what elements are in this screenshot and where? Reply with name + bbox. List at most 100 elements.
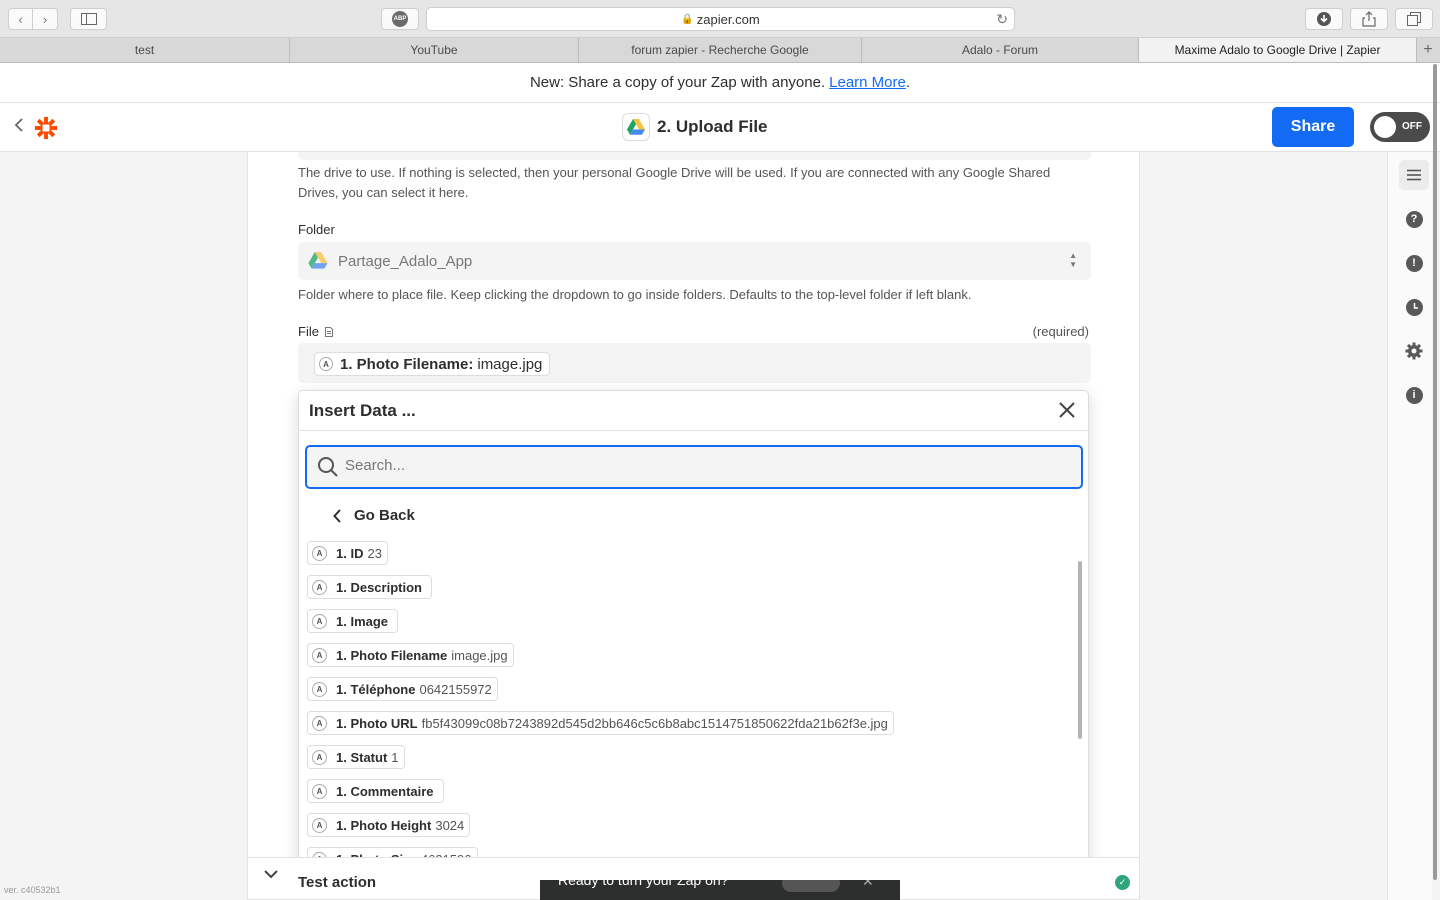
item-value: 1: [391, 749, 399, 765]
adalo-app-icon: A: [312, 545, 327, 561]
adalo-app-icon: A: [312, 715, 327, 731]
item-value: 0642155972: [419, 681, 492, 697]
new-tab-button[interactable]: +: [1417, 38, 1439, 62]
adalo-app-icon: A: [312, 681, 327, 697]
dropdown-header: Insert Data ...: [299, 391, 1088, 431]
list-item[interactable]: A 1. Commentaire: [307, 779, 444, 803]
share-button[interactable]: Share: [1272, 107, 1354, 147]
item-label: 1. Description: [336, 579, 422, 595]
history-button[interactable]: [1399, 292, 1429, 322]
chevron-left-icon: [333, 508, 341, 523]
settings-button[interactable]: [1399, 336, 1429, 366]
step-title: 2. Upload File: [622, 113, 768, 141]
chevron-left-icon: [14, 118, 23, 132]
browser-tab[interactable]: Adalo - Forum: [862, 38, 1139, 62]
browser-tab[interactable]: forum zapier - Recherche Google: [579, 38, 862, 62]
gear-icon: [1405, 342, 1423, 360]
item-label: 1. Téléphone: [336, 681, 416, 697]
right-sidebar: ? ! i: [1387, 152, 1432, 900]
adalo-app-icon: A: [312, 783, 327, 799]
drive-select-field[interactable]: [298, 152, 1091, 160]
pill-label: 1. Photo Filename:: [340, 355, 474, 373]
adalo-app-icon: A: [319, 357, 333, 371]
folder-value: Partage_Adalo_App: [338, 253, 473, 270]
list-item[interactable]: A 1. Image: [307, 609, 399, 633]
folder-help-text: Folder where to place file. Keep clickin…: [298, 287, 972, 302]
learn-more-link[interactable]: Learn More: [829, 74, 906, 91]
select-arrows-icon: ▲ ▼: [1069, 251, 1077, 269]
item-value: image.jpg: [451, 647, 508, 663]
file-input[interactable]: A 1. Photo Filename: image.jpg: [298, 343, 1091, 383]
reload-icon[interactable]: ↻: [996, 11, 1008, 28]
share-icon: [1362, 11, 1376, 27]
toast-toggle[interactable]: [782, 880, 840, 892]
editor-back-button[interactable]: [14, 117, 28, 137]
file-label-row: File: [298, 324, 333, 339]
adblock-icon: ABP: [392, 11, 408, 27]
item-label: 1. Commentaire: [336, 783, 434, 799]
search-input[interactable]: [345, 457, 1045, 474]
go-back-button[interactable]: Go Back: [333, 507, 415, 524]
info-button[interactable]: i: [1399, 380, 1429, 410]
list-icon: [1407, 169, 1421, 181]
chevron-left-icon: ‹: [18, 11, 23, 27]
chevron-down-icon: [264, 870, 278, 879]
forward-button[interactable]: ›: [33, 8, 58, 30]
go-back-label: Go Back: [354, 507, 415, 524]
item-label: 1. ID: [336, 545, 364, 561]
mapped-field-pill[interactable]: A 1. Photo Filename: image.jpg: [314, 352, 551, 376]
share-sheet-button[interactable]: [1350, 8, 1388, 30]
version-label: ver. c40532b1: [4, 885, 61, 895]
folder-select[interactable]: Partage_Adalo_App ▲ ▼: [298, 242, 1091, 280]
help-button[interactable]: ?: [1399, 204, 1429, 234]
google-drive-icon: [308, 252, 328, 274]
list-item[interactable]: A 1. ID 23: [307, 541, 388, 565]
downloads-button[interactable]: [1305, 8, 1343, 30]
toggle-knob: [1374, 116, 1396, 138]
close-button[interactable]: [1056, 399, 1078, 421]
folder-label: Folder: [298, 222, 335, 237]
list-item[interactable]: A 1. Statut 1: [307, 745, 405, 769]
sidebar-toggle-button[interactable]: [70, 8, 107, 30]
zapier-asterisk-icon: [35, 117, 57, 139]
file-type-icon: [324, 326, 333, 337]
tab-overview-button[interactable]: [1395, 8, 1433, 30]
dropdown-title: Insert Data ...: [309, 401, 416, 420]
insert-data-dropdown: Insert Data ... Go Back A 1. ID23 A 1. Des…: [298, 390, 1089, 880]
close-icon[interactable]: ✕: [862, 880, 874, 890]
browser-tab[interactable]: YouTube: [290, 38, 579, 62]
tabs-icon: [1407, 12, 1421, 26]
list-item[interactable]: A 1. Photo URL fb5f43099c08b7243892d545d2b…: [307, 711, 894, 735]
file-label: File: [298, 324, 319, 339]
page-scrollbar[interactable]: [1433, 64, 1437, 880]
browser-tab[interactable]: test: [0, 38, 290, 62]
address-bar[interactable]: 🔒 zapier.com ↻: [426, 7, 1015, 31]
browser-tab-active[interactable]: Maxime Adalo to Google Drive | Zapier: [1139, 38, 1417, 62]
announcement-banner: New: Share a copy of your Zap with anyon…: [0, 63, 1440, 103]
item-label: 1. Image: [336, 613, 389, 629]
adalo-app-icon: A: [312, 647, 327, 663]
adblock-button[interactable]: ABP: [381, 8, 419, 30]
zapier-logo[interactable]: [33, 115, 59, 141]
lock-icon: 🔒: [681, 13, 694, 25]
outline-button[interactable]: [1399, 160, 1429, 190]
close-icon: [1059, 402, 1075, 418]
zap-on-off-toggle[interactable]: OFF: [1370, 112, 1430, 142]
alert-icon: !: [1405, 254, 1423, 272]
list-item[interactable]: A 1. Description: [307, 575, 432, 599]
chevron-right-icon: ›: [42, 11, 48, 27]
list-item[interactable]: A 1. Téléphone 0642155972: [307, 677, 498, 701]
drive-help-text: The drive to use. If nothing is selected…: [298, 165, 1051, 200]
list-item[interactable]: A 1. Photo Filename image.jpg: [307, 643, 514, 667]
google-drive-icon: [627, 119, 645, 135]
required-label: (required): [1032, 324, 1089, 339]
plus-icon: +: [1423, 41, 1433, 58]
banner-trailing: .: [905, 74, 911, 91]
editor-header: 2. Upload File Share OFF: [0, 103, 1440, 152]
alerts-button[interactable]: !: [1399, 248, 1429, 278]
search-field[interactable]: [305, 445, 1083, 489]
back-button[interactable]: ‹: [8, 8, 33, 30]
list-item[interactable]: A 1. Photo Height 3024: [307, 813, 471, 837]
dropdown-scrollbar[interactable]: [1078, 561, 1082, 739]
adalo-app-icon: A: [312, 817, 327, 833]
